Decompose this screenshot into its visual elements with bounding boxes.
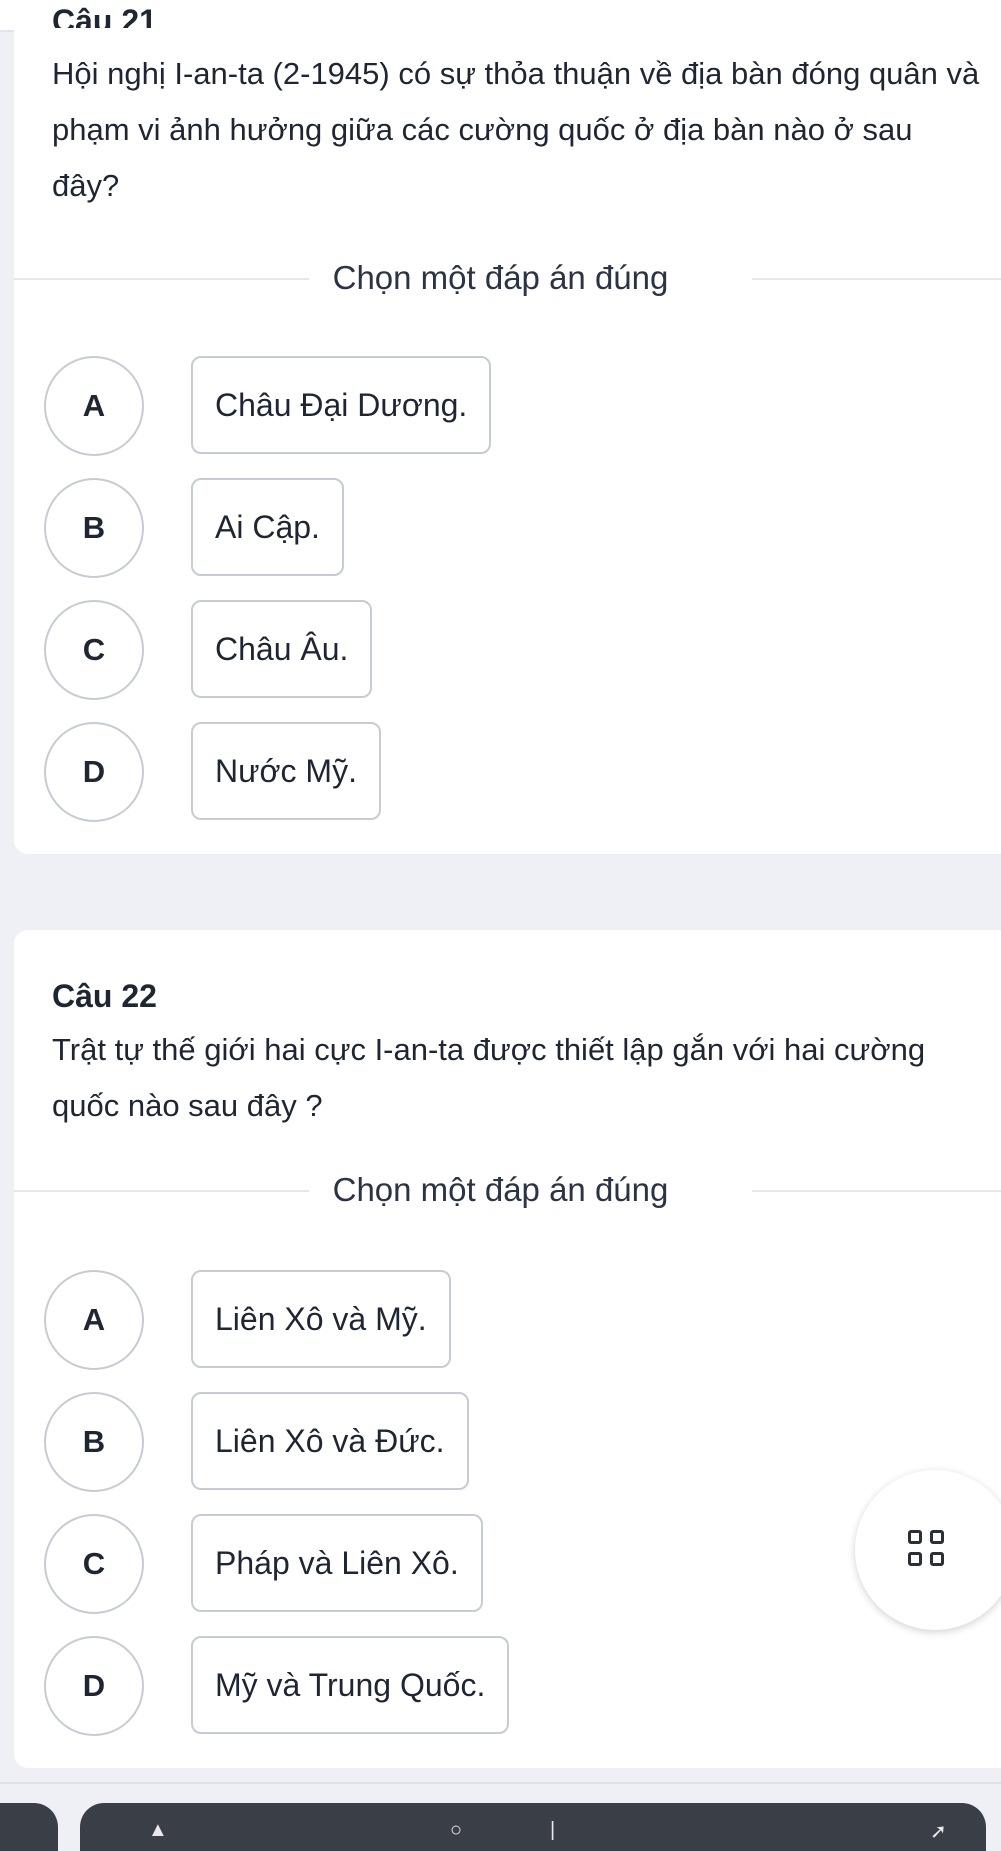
option-letter-c[interactable]: C (44, 600, 144, 700)
bottom-toolbar: ▲ ○ | ➚ (80, 1803, 986, 1851)
grid-icon (908, 1530, 948, 1570)
question-label: Câu 22 (52, 978, 157, 1014)
option-text-c[interactable]: Pháp và Liên Xô. (191, 1514, 483, 1612)
option-text-d[interactable]: Mỹ và Trung Quốc. (191, 1636, 510, 1734)
toolbar-icon-1[interactable]: ▲ (148, 1819, 168, 1842)
option-letter-a[interactable]: A (44, 1270, 144, 1370)
answer-prompt-separator: Chọn một đáp án đúng (14, 1168, 1001, 1212)
answer-prompt-separator: Chọn một đáp án đúng (14, 256, 1001, 300)
separator-line-right (752, 1190, 1001, 1192)
option-text-a[interactable]: Liên Xô và Mỹ. (191, 1270, 451, 1368)
clipped-question-label: Câu 21 (52, 6, 157, 28)
question-grid-button[interactable] (855, 1470, 1001, 1630)
bottom-bar-left (0, 1803, 58, 1851)
toolbar-icon-3[interactable]: | (550, 1819, 555, 1842)
option-letter-a[interactable]: A (44, 356, 144, 456)
question-text: Trật tự thế giới hai cực I-an-ta được th… (52, 1032, 926, 1123)
toolbar-icon-2[interactable]: ○ (450, 1819, 462, 1842)
question-card-22: Câu 22 Trật tự thế giới hai cực I-an-ta … (14, 930, 1001, 1768)
option-letter-c[interactable]: C (44, 1514, 144, 1614)
option-letter-b[interactable]: B (44, 1392, 144, 1492)
option-text-b[interactable]: Ai Cập. (191, 478, 344, 576)
option-text-a[interactable]: Châu Đại Dương. (191, 356, 492, 454)
option-letter-b[interactable]: B (44, 478, 144, 578)
option-text-d[interactable]: Nước Mỹ. (191, 722, 381, 820)
separator-line-right (752, 278, 1001, 280)
question-text: Hội nghị I-an-ta (2-1945) có sự thỏa thu… (52, 56, 980, 203)
option-text-b[interactable]: Liên Xô và Đức. (191, 1392, 469, 1490)
option-letter-d[interactable]: D (44, 722, 144, 822)
share-arrow-icon[interactable]: ➚ (930, 1819, 947, 1844)
bottom-divider (0, 1782, 1001, 1784)
question-card-21: Hội nghị I-an-ta (2-1945) có sự thỏa thu… (14, 18, 1001, 854)
option-letter-d[interactable]: D (44, 1636, 144, 1736)
option-text-c[interactable]: Châu Âu. (191, 600, 373, 698)
